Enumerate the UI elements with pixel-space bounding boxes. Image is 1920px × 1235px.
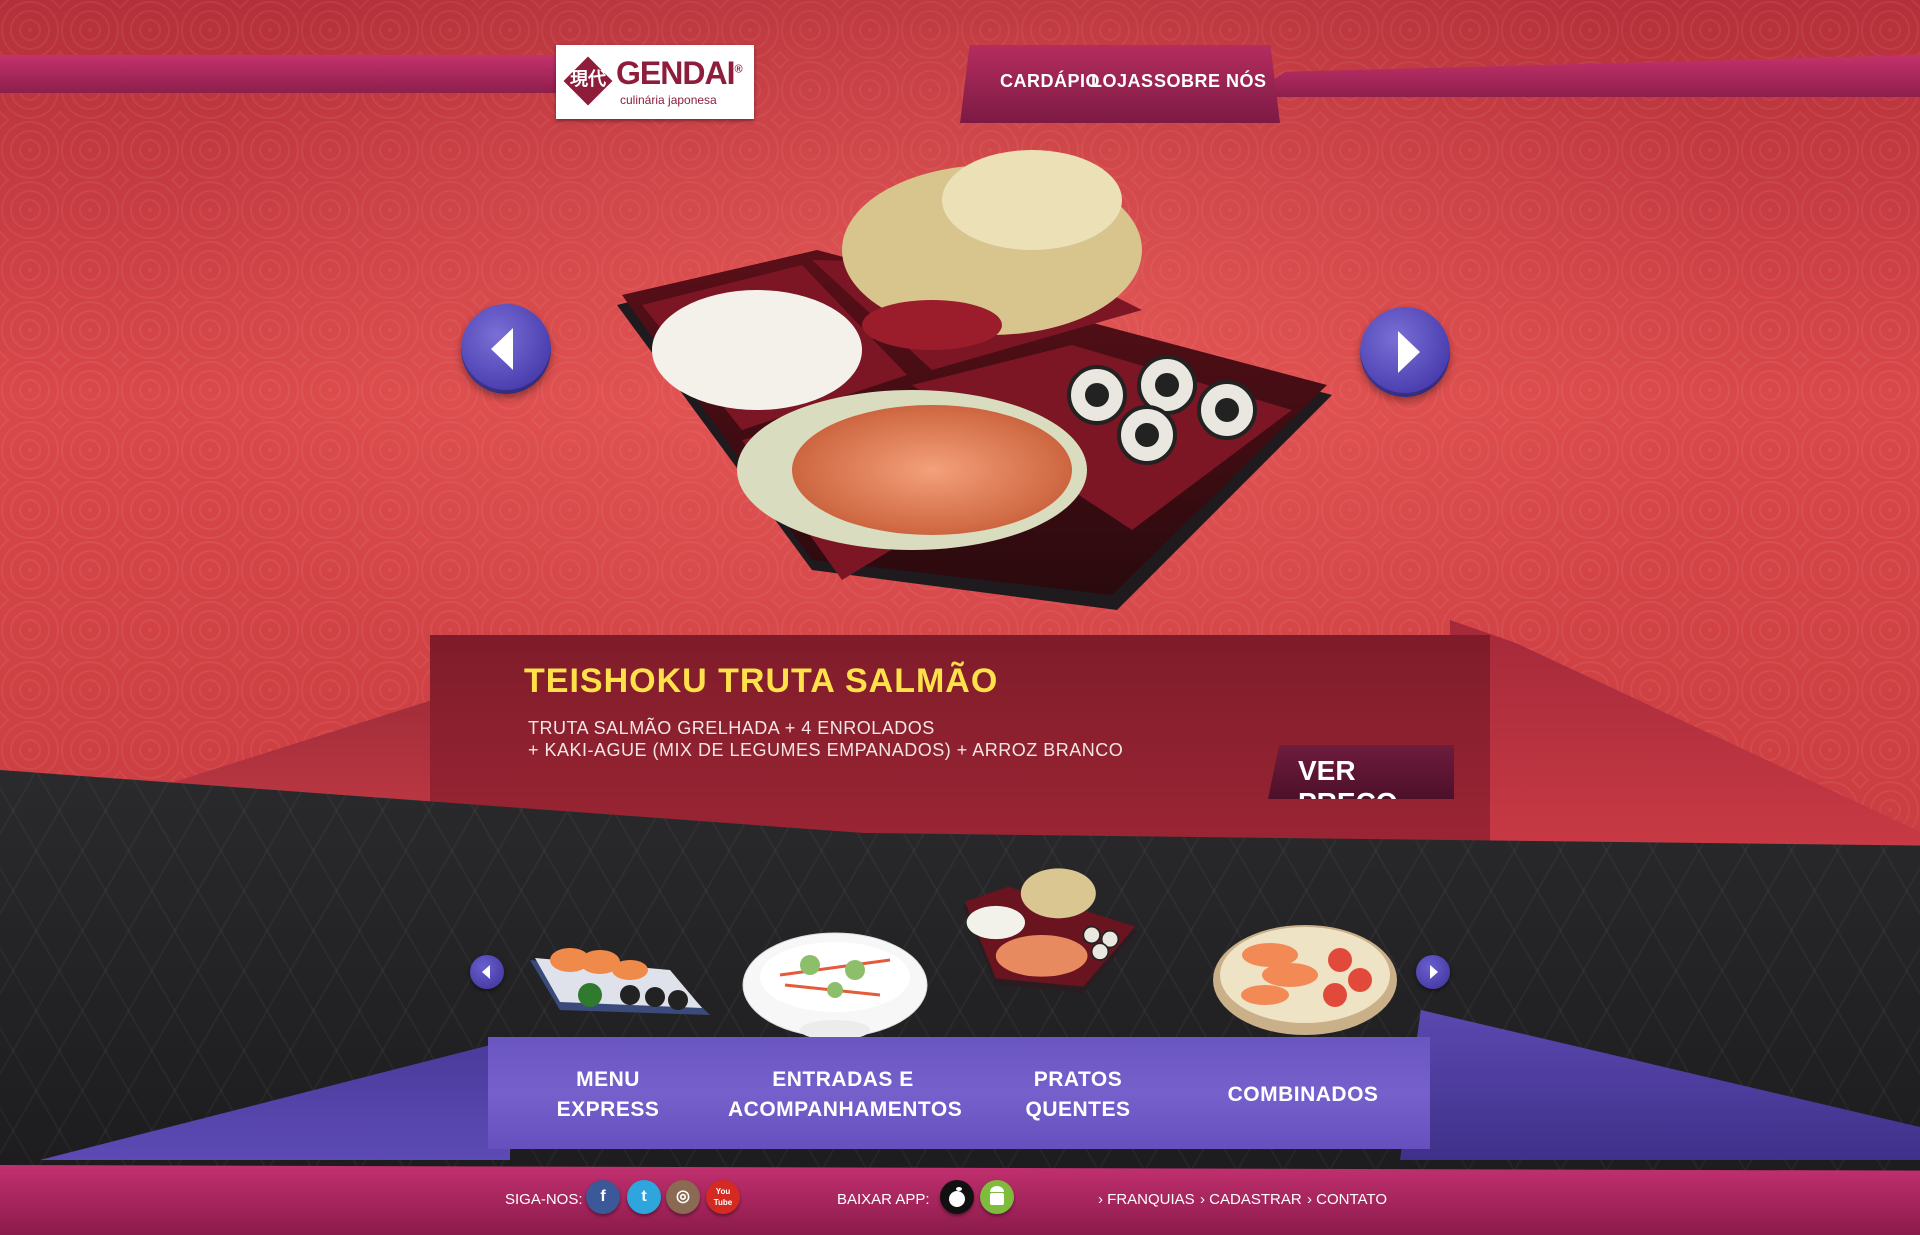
- twitter-icon[interactable]: t: [627, 1180, 661, 1214]
- logo-wordmark: GENDAI®: [616, 55, 743, 91]
- footer: SIGA-NOS: f t ◎ You Tube BAIXAR APP: › F…: [0, 1165, 1920, 1235]
- android-icon[interactable]: [980, 1180, 1014, 1214]
- nav-lojas[interactable]: LOJAS: [1091, 71, 1154, 92]
- category-entradas[interactable]: ENTRADAS E ACOMPANHAMENTOS: [728, 1065, 963, 1125]
- nav-cardapio[interactable]: CARDÁPIO: [1000, 71, 1100, 92]
- top-ribbon-left: [0, 55, 560, 93]
- link-contato[interactable]: › CONTATO: [1307, 1191, 1387, 1208]
- dish-title: TEISHOKU TRUTA SALMÃO: [524, 662, 999, 700]
- featured-dish-image: [617, 150, 1332, 610]
- chevron-left-icon: [491, 328, 513, 370]
- category-label: EXPRESS: [556, 1098, 660, 1121]
- app-label: BAIXAR APP:: [837, 1191, 930, 1208]
- category-bar: MENU EXPRESS ENTRADAS E ACOMPANHAMENTOS …: [488, 1037, 1430, 1149]
- thumb-sushi-platter[interactable]: [520, 900, 710, 1050]
- follow-label: SIGA-NOS:: [505, 1191, 583, 1208]
- hero-prev-button[interactable]: [461, 304, 551, 394]
- thumb-bento-box[interactable]: [955, 860, 1145, 1010]
- nav-sobre-nos[interactable]: SOBRE NÓS: [1154, 71, 1267, 92]
- category-label: ENTRADAS E: [772, 1068, 914, 1091]
- carousel-prev-button[interactable]: [470, 955, 504, 989]
- category-label: PRATOS: [1033, 1068, 1123, 1091]
- carousel-next-button[interactable]: [1416, 955, 1450, 989]
- main-nav: CARDÁPIO LOJAS SOBRE NÓS: [960, 45, 1280, 123]
- instagram-icon[interactable]: ◎: [666, 1180, 700, 1214]
- category-label: ACOMPANHAMENTOS: [728, 1098, 963, 1121]
- chevron-right-icon: [1430, 965, 1438, 979]
- apple-icon[interactable]: [940, 1180, 974, 1214]
- thumb-salad-bowl[interactable]: [740, 905, 930, 1055]
- category-label: QUENTES: [1025, 1098, 1131, 1121]
- chevron-left-icon: [482, 965, 490, 979]
- thumb-sashimi-plate[interactable]: [1210, 900, 1400, 1050]
- facebook-icon[interactable]: f: [586, 1180, 620, 1214]
- link-franquias[interactable]: › FRANQUIAS: [1098, 1191, 1195, 1208]
- youtube-icon[interactable]: You Tube: [706, 1180, 740, 1214]
- logo-tagline: culinária japonesa: [620, 93, 717, 107]
- dish-description-line1: TRUTA SALMÃO GRELHADA + 4 ENROLADOS: [528, 718, 935, 738]
- brand-logo[interactable]: 現代 GENDAI® culinária japonesa: [556, 45, 754, 119]
- category-label: COMBINADOS: [1227, 1083, 1379, 1106]
- category-menu-express[interactable]: MENU EXPRESS: [548, 1065, 668, 1125]
- dish-description-line2: + KAKI-AGUE (MIX DE LEGUMES EMPANADOS) +…: [528, 740, 1124, 760]
- ver-preco-button[interactable]: VER PREÇO: [1268, 745, 1454, 799]
- category-pratos-quentes[interactable]: PRATOS QUENTES: [1018, 1065, 1138, 1125]
- category-label: MENU: [576, 1068, 640, 1091]
- logo-kanji: 現代: [570, 69, 606, 90]
- chevron-right-icon: [1398, 331, 1420, 373]
- hero-next-button[interactable]: [1360, 307, 1450, 397]
- category-combinados[interactable]: COMBINADOS: [1218, 1080, 1388, 1110]
- link-cadastrar[interactable]: › CADASTRAR: [1200, 1191, 1302, 1208]
